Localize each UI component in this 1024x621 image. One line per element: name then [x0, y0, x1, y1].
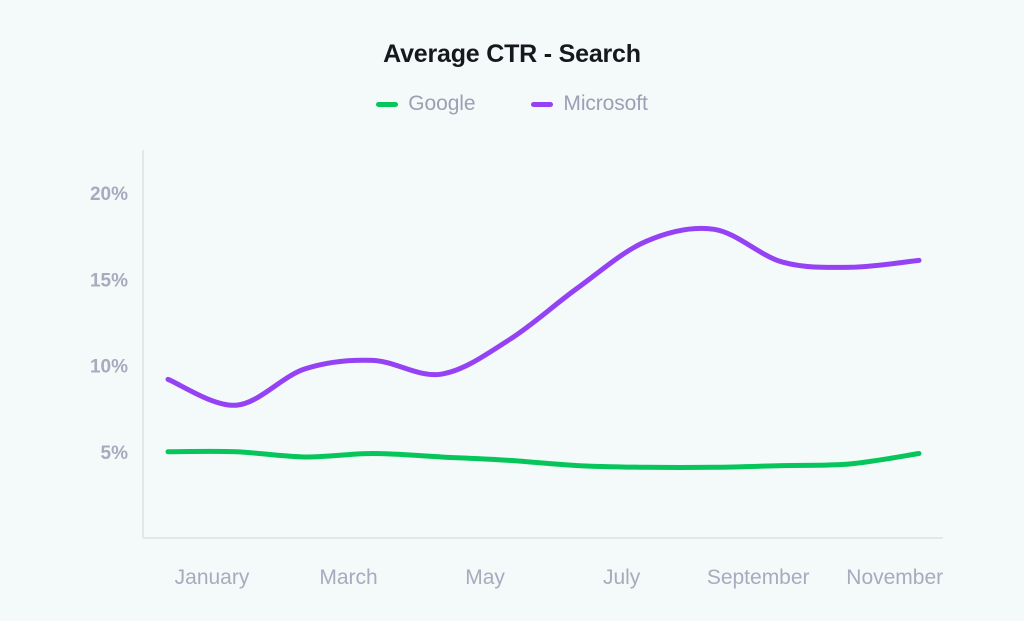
y-tick-label: 10% — [90, 357, 128, 378]
x-tick-label: May — [465, 566, 505, 589]
series-lines — [165, 225, 922, 471]
y-axis-tick-labels: 5% 10% 15% 20% — [90, 184, 128, 464]
chart-card: Average CTR - Search Google Microsoft 5%… — [0, 0, 1024, 621]
plot-area: 5% 10% 15% 20% January March May July September… — [0, 0, 1024, 621]
y-tick-label: 15% — [90, 270, 128, 291]
y-tick-label: 20% — [90, 184, 128, 205]
y-tick-label: 5% — [101, 443, 129, 464]
x-tick-label: January — [175, 566, 250, 589]
x-tick-label: November — [846, 566, 943, 589]
x-tick-label: July — [603, 566, 641, 589]
series-line-microsoft — [165, 225, 922, 408]
series-line-google — [165, 448, 922, 471]
x-tick-label: March — [319, 566, 377, 589]
plot-svg: 5% 10% 15% 20% January March May July September… — [90, 150, 944, 589]
x-tick-label: September — [707, 566, 810, 589]
x-axis-tick-labels: January March May July September November — [175, 566, 944, 589]
